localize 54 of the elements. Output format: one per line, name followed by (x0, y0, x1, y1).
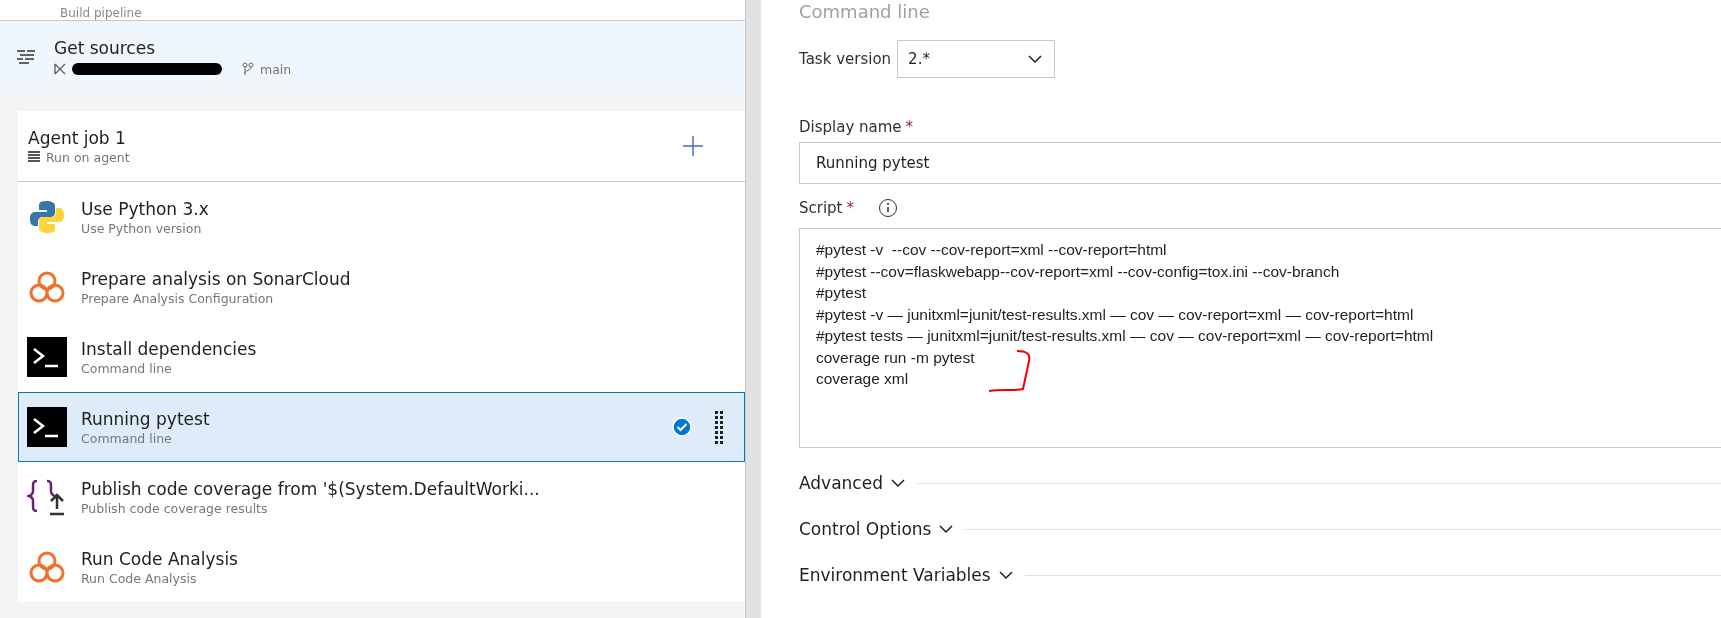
task-subtitle: Publish code coverage results (81, 499, 269, 517)
repository-icon (54, 63, 66, 75)
info-icon[interactable] (878, 198, 898, 218)
check-circle-icon (672, 417, 692, 437)
script-line: coverage xml (816, 369, 909, 389)
agent-job-title: Agent job 1 (28, 126, 127, 149)
section-header[interactable]: Advanced (799, 473, 905, 493)
braces-upload-icon (27, 477, 67, 517)
required-mark: * (905, 118, 914, 136)
get-sources-title: Get sources (54, 36, 156, 59)
task-version-label: Task version (799, 50, 892, 68)
script-label: Script (799, 199, 843, 217)
add-task-button[interactable] (681, 134, 705, 158)
list-icon (16, 49, 36, 65)
branch-name: main (260, 60, 292, 78)
agent-job-subtitle: Run on agent (46, 148, 130, 166)
server-icon (28, 151, 40, 163)
branch-icon (242, 62, 254, 76)
task-title: Publish code coverage from '$(System.DefaultWorki... (81, 477, 541, 500)
task-title: Prepare analysis on SonarCloud (81, 267, 352, 290)
display-name-label: Display name (799, 118, 902, 136)
plus-icon (683, 136, 703, 156)
chevron-down-icon (891, 478, 905, 488)
task-title: Run Code Analysis (81, 547, 239, 570)
chevron-down-icon (939, 524, 954, 534)
get-sources-item[interactable]: Get sources main (0, 21, 745, 93)
required-mark: * (846, 199, 854, 217)
task-version-dropdown[interactable]: 2.* (897, 40, 1056, 78)
script-field[interactable] (799, 228, 1721, 448)
section-header[interactable]: Environment Variables (799, 565, 1013, 585)
script-line: #pytest tests — junitxml=junit/test-results.xml — cov — cov-report=xml — cov-report=html (816, 326, 1434, 346)
task-item[interactable]: Running pytest Command line (18, 392, 745, 462)
section-header[interactable]: Control Options (799, 519, 954, 539)
chevron-down-icon (1028, 54, 1043, 64)
terminal-icon (27, 407, 67, 447)
script-line: #pytest --cov=flaskwebapp--cov-report=xml --cov-config=tox.ini --cov-branch (816, 261, 1340, 282)
pipeline-subtitle: Build pipeline (60, 6, 142, 20)
task-title: Use Python 3.x (81, 197, 210, 220)
terminal-icon (27, 337, 67, 377)
script-line: #pytest (816, 283, 866, 303)
task-subtitle: Command line (81, 429, 173, 447)
task-title: Install dependencies (81, 337, 258, 360)
script-line: #pytest -v --cov --cov-report=xml --cov-report=html (816, 240, 1167, 260)
task-panel-title: Command line (799, 4, 930, 20)
chevron-down-icon (998, 570, 1013, 580)
task-title: Running pytest (81, 407, 211, 430)
script-line: #pytest -v — junitxml=junit/test-results.xml — cov — cov-report=xml — cov-report=html (816, 304, 1414, 325)
task-subtitle: Use Python version (81, 219, 203, 237)
task-subtitle: Run Code Analysis (81, 569, 198, 587)
task-subtitle: Prepare Analysis Configuration (81, 289, 275, 307)
drag-handle-icon[interactable] (714, 410, 724, 444)
script-line: coverage run -m pytest (816, 347, 975, 368)
task-subtitle: Command line (81, 359, 173, 377)
display-name-field[interactable]: Running pytest (799, 142, 1721, 184)
